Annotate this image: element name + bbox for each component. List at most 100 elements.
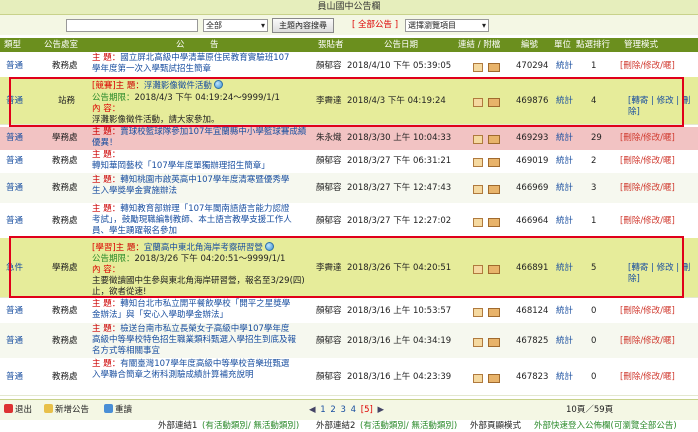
subject-link[interactable]: 轉知教育部辦理「107年閩南語語言能力認證考試」，鼓勵現職編制教師、本土語言教學… — [92, 204, 292, 236]
table-row[interactable]: 普通 教務處 主 題：轉知華岡藝校「107學年度單獨辦理招生簡章」 顏郁容 20… — [0, 150, 698, 174]
page-link[interactable]: 2 — [330, 405, 335, 415]
reload-button[interactable]: 重讀 — [104, 404, 132, 416]
external-link-1[interactable]: 外部連結1 — [158, 420, 197, 432]
row-poster: 顏郁容 — [316, 216, 342, 226]
stats-link[interactable]: 統計 — [556, 61, 573, 72]
manage-links[interactable]: [刪除/修改/暱] — [620, 372, 675, 383]
subject-label: 主 題： — [92, 175, 121, 185]
stats-link[interactable]: 統計 — [556, 372, 573, 383]
folder-icon[interactable] — [488, 338, 500, 347]
subject-link[interactable]: 轉知桃園市啟英高中107學年度清寒暨優秀學生入學獎學金實施辦法 — [92, 175, 289, 196]
row-date: 2018/3/27 下午 12:27:02 — [347, 216, 452, 226]
row-hits: 0 — [591, 372, 597, 382]
page-link[interactable]: 1 — [320, 405, 325, 415]
subject-link[interactable]: 轉知台北市私立開平餐飲學校「開平之星獎學金辦法」與「安心入學助學金辦法」 — [92, 299, 290, 320]
exit-label: 退出 — [15, 405, 33, 415]
row-dept: 教務處 — [52, 61, 78, 71]
table-row[interactable]: 普通 教務處 主 題：轉知桃園市啟英高中107學年度清寒暨優秀學生入學獎學金實施… — [0, 173, 698, 204]
row-poster: 顏郁容 — [316, 61, 342, 71]
subject-link[interactable]: 賣球校籃球隊參加107年宜蘭縣中小學籃球賽成績優異！ — [92, 127, 306, 148]
row-date: 2018/3/30 上午 10:04:33 — [347, 133, 452, 143]
table-row[interactable]: 普通 教務處 主 題：轉知台北市私立開平餐飲學校「開平之星獎學金辦法」與「安心入… — [0, 298, 698, 324]
link-icon[interactable] — [473, 308, 483, 317]
subject-link[interactable]: 轉知華岡藝校「107學年度單獨辦理招生簡章」 — [92, 161, 270, 171]
row-type: 普通 — [6, 156, 24, 166]
folder-icon[interactable] — [488, 218, 500, 227]
link-icon[interactable] — [473, 185, 483, 194]
col-hits: 點選排行 — [576, 40, 611, 50]
exit-button[interactable]: 退出 — [4, 404, 32, 416]
subject-link[interactable]: 檢送台南市私立長榮女子高級中學107學年度高級中等學校特色招生職業類科甄選入學招… — [92, 324, 296, 356]
row-poster: 顏郁容 — [316, 156, 342, 166]
page-link[interactable]: 3 — [341, 405, 346, 415]
external-link-1-sub[interactable]: (有活動類別/ 無活動類別) — [202, 420, 299, 432]
stats-link[interactable]: 統計 — [556, 183, 573, 194]
dept-select-value: 全部 — [206, 21, 222, 30]
row-hits: 29 — [591, 133, 602, 143]
table-row[interactable]: 普通 教務處 主 題：國立屏北高級中學清華原住民教育實驗班107學年度第一次入學… — [0, 52, 698, 78]
link-icon[interactable] — [473, 158, 483, 167]
folder-icon[interactable] — [488, 185, 500, 194]
table-row[interactable]: 普通 教務處 主 題：檢送台南市私立長榮女子高級中學107學年度高級中等學校特色… — [0, 323, 698, 359]
subject-label: 主 題： — [92, 150, 121, 160]
chevron-down-icon: ▾ — [260, 21, 265, 30]
row-poster: 顏郁容 — [316, 183, 342, 193]
external-link-2-sub[interactable]: (有活動類別/ 無活動類別) — [360, 420, 457, 432]
current-page: [5] — [360, 405, 373, 415]
search-input[interactable] — [66, 19, 198, 32]
external-link-2[interactable]: 外部連結2 — [316, 420, 355, 432]
subject-label: 主 題： — [92, 299, 121, 309]
page-link[interactable]: 4 — [351, 405, 356, 415]
manage-links[interactable]: [刪除/修改/暱] — [620, 61, 675, 72]
all-announcements-link[interactable]: [ 全部公告 ] — [352, 19, 398, 32]
add-announcement-button[interactable]: 新增公告 — [44, 404, 89, 416]
external-links: 外部連結1 (有活動類別/ 無活動類別) 外部連結2 (有活動類別/ 無活動類別… — [0, 420, 698, 432]
manage-links[interactable]: [刪除/修改/暱] — [620, 216, 675, 227]
row-dept: 教務處 — [52, 306, 78, 316]
folder-icon[interactable] — [488, 374, 500, 383]
manage-links[interactable]: [刪除/修改/暱] — [620, 336, 675, 347]
table-row[interactable]: 普通 學務處 主 題：賣球校籃球隊參加107年宜蘭縣中小學籃球賽成績優異！ 朱永… — [0, 127, 698, 151]
prev-page-button[interactable]: ◀ — [309, 405, 316, 415]
folder-icon[interactable] — [488, 135, 500, 144]
footer-toolbar: 退出 新增公告 重讀 ◀ 1 2 3 4 [5] ▶ 10頁／59頁 — [0, 399, 698, 420]
link-icon[interactable] — [473, 338, 483, 347]
title-bar: 員山國中公告欄 — [0, 0, 698, 15]
folder-icon[interactable] — [488, 63, 500, 72]
folder-icon[interactable] — [488, 158, 500, 167]
stats-link[interactable]: 統計 — [556, 133, 573, 144]
stats-link[interactable]: 統計 — [556, 216, 573, 227]
chevron-down-icon: ▾ — [481, 21, 486, 30]
link-icon[interactable] — [473, 135, 483, 144]
search-button[interactable]: 主題內容搜尋 — [272, 18, 334, 33]
manage-links[interactable]: [刪除/修改/暱] — [620, 133, 675, 144]
table-row[interactable]: 普通 教務處 主 題：轉知教育部辦理「107年閩南語語言能力認證考試」，鼓勵現職… — [0, 203, 698, 239]
manage-links[interactable]: [刪除/修改/暱] — [620, 183, 675, 194]
link-icon[interactable] — [473, 218, 483, 227]
manage-links[interactable]: [刪除/修改/暱] — [620, 156, 675, 167]
reload-icon — [104, 404, 113, 413]
row-date: 2018/3/16 上午 04:23:39 — [347, 372, 452, 382]
folder-icon[interactable] — [488, 308, 500, 317]
row-poster: 顏郁容 — [316, 336, 342, 346]
dept-select[interactable]: 全部 ▾ — [203, 19, 268, 32]
stats-link[interactable]: 統計 — [556, 156, 573, 167]
row-hits: 1 — [591, 61, 597, 71]
row-dept: 教務處 — [52, 156, 78, 166]
quick-login-link[interactable]: 外部快速登入公佈欄(可瀏覽全部公告) — [534, 420, 677, 432]
page-title: 員山國中公告欄 — [317, 2, 381, 12]
row-id: 467823 — [516, 372, 549, 382]
external-page-mode-link[interactable]: 外部頁顯模式 — [470, 420, 521, 432]
link-icon[interactable] — [473, 63, 483, 72]
link-icon[interactable] — [473, 374, 483, 383]
subject-link[interactable]: 有關臺灣107學年度高級中等學校音樂班甄選入學聯合簡章之術科測驗成績計算補充說明 — [92, 359, 289, 380]
next-page-button[interactable]: ▶ — [378, 405, 385, 415]
row-poster: 朱永熾 — [316, 133, 342, 143]
table-row[interactable]: 普通 教務處 主 題：有關臺灣107學年度高級中等學校音樂班甄選入學聯合簡章之術… — [0, 358, 698, 396]
stats-link[interactable]: 統計 — [556, 306, 573, 317]
subject-link[interactable]: 國立屏北高級中學清華原住民教育實驗班107學年度第一次入學甄試招生簡章 — [92, 53, 289, 74]
stats-link[interactable]: 統計 — [556, 336, 573, 347]
category-select[interactable]: 選擇瀏覽項目 ▾ — [405, 19, 489, 32]
row-dept: 學務處 — [52, 133, 78, 143]
manage-links[interactable]: [刪除/修改/暱] — [620, 306, 675, 317]
